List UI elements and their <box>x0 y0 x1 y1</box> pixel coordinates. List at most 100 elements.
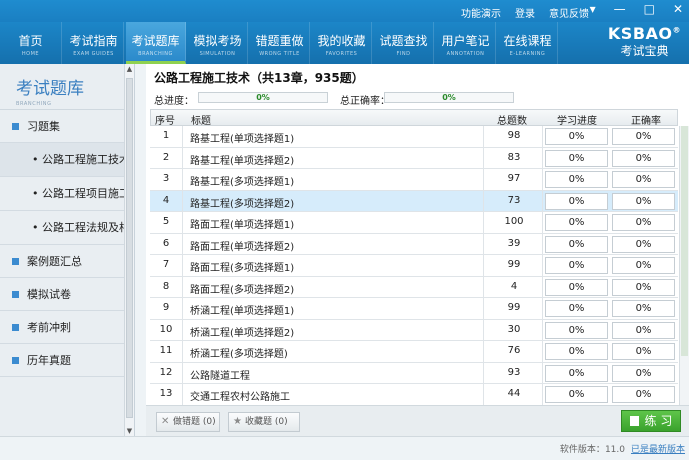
favorites-label: 收藏题 (0) <box>245 417 288 427</box>
table-scrollbar[interactable] <box>679 126 689 405</box>
scroll-thumb[interactable] <box>126 78 133 418</box>
column-divider <box>483 190 484 212</box>
row-index: 12 <box>159 366 173 378</box>
column-divider <box>182 255 183 277</box>
nav-favorites[interactable]: 我的收藏 FAVORITES <box>312 22 372 64</box>
practice-icon <box>629 415 639 426</box>
status-bar: 软件版本：11.0 已是最新版本 <box>0 436 689 460</box>
favorites-button[interactable]: ★ 收藏题 (0) <box>228 412 300 432</box>
nav-sublabel: SIMULATION <box>199 51 236 57</box>
row-count: 30 <box>507 323 521 335</box>
column-divider <box>182 319 183 341</box>
nav-question-bank[interactable]: 考试题库 BRANCHING <box>126 22 186 64</box>
table-row[interactable]: 5 路面工程(单项选择题1) 100 0% 0% <box>150 212 678 234</box>
column-divider <box>483 362 484 384</box>
row-index: 9 <box>162 302 170 313</box>
wrong-questions-button[interactable]: ✕ 做错题 (0) <box>156 412 220 432</box>
scroll-down-icon[interactable]: ▼ <box>125 427 134 435</box>
expand-icon <box>12 323 19 331</box>
table-row[interactable]: 12 公路隧道工程 93 0% 0% <box>150 362 678 384</box>
row-accuracy: 0% <box>612 192 675 210</box>
row-study-progress: 0% <box>545 149 608 167</box>
column-divider <box>182 147 183 169</box>
row-study-progress: 0% <box>545 257 608 274</box>
sidebar-group-sprint[interactable]: 考前冲刺 <box>0 311 134 344</box>
row-title[interactable]: 桥涵工程(单项选择题2) <box>190 324 294 339</box>
table-row[interactable]: 1 路基工程(单项选择题1) 98 0% 0% <box>150 126 678 148</box>
login-link[interactable]: 登录 <box>515 5 535 20</box>
nav-sublabel: WRONG TITLE <box>259 51 300 57</box>
column-divider <box>483 319 484 341</box>
version-number: 11.0 <box>604 445 625 455</box>
row-title[interactable]: 桥涵工程(单项选择题1) <box>190 302 294 317</box>
latest-version-link[interactable]: 已是最新版本 <box>631 445 685 455</box>
maximize-icon[interactable]: □ <box>644 2 655 16</box>
sidebar-group-exercises[interactable]: 习题集 <box>0 110 134 143</box>
scroll-up-icon[interactable]: ▲ <box>125 65 134 73</box>
logo-cn: 考试宝典 <box>620 44 669 58</box>
sidebar-group-cases[interactable]: 案例题汇总 <box>0 245 134 278</box>
row-title[interactable]: 路基工程(单项选择题1) <box>190 130 294 145</box>
row-title[interactable]: 路基工程(多项选择题2) <box>190 195 294 210</box>
feedback-link[interactable]: 意见反馈 <box>549 5 589 20</box>
nav-elearning[interactable]: 在线课程 E-LEARNING <box>498 22 558 64</box>
sidebar-group-label: 案例题汇总 <box>27 255 82 268</box>
row-title[interactable]: 交通工程农村公路施工 <box>190 388 290 403</box>
row-accuracy: 0% <box>612 128 675 145</box>
nav-mock-exam[interactable]: 模拟考场 SIMULATION <box>188 22 248 64</box>
row-title[interactable]: 路面工程(单项选择题2) <box>190 238 294 253</box>
row-title[interactable]: 公路隧道工程 <box>190 367 250 382</box>
column-divider <box>542 384 543 406</box>
row-title[interactable]: 路基工程(单项选择题2) <box>190 152 294 167</box>
table-row[interactable]: 9 桥涵工程(单项选择题1) 99 0% 0% <box>150 298 678 320</box>
nav-exam-guide[interactable]: 考试指南 EXAM GUIDES <box>64 22 124 64</box>
nav-label: 模拟考场 <box>193 34 242 48</box>
logo-reg: ® <box>672 25 681 35</box>
table-row[interactable]: 2 路基工程(单项选择题2) 83 0% 0% <box>150 147 678 169</box>
minimize-icon[interactable]: — <box>614 2 626 16</box>
table-row[interactable]: 6 路面工程(单项选择题2) 39 0% 0% <box>150 233 678 255</box>
main-nav: 首页 HOME 考试指南 EXAM GUIDES 考试题库 BRANCHING 模拟考… <box>0 22 689 64</box>
sidebar-item-construction-tech[interactable]: • 公路工程施工技术 <box>0 143 134 177</box>
sidebar-item-label: 公路工程项目施工管 <box>42 187 134 200</box>
column-divider <box>182 169 183 191</box>
row-title[interactable]: 路面工程(单项选择题1) <box>190 216 294 231</box>
menu-arrow-icon[interactable]: ▾ <box>590 2 596 16</box>
sidebar-scrollbar[interactable]: ▲ ▼ <box>124 64 134 436</box>
expand-icon <box>12 356 19 364</box>
sidebar-group-mock-papers[interactable]: 模拟试卷 <box>0 278 134 311</box>
sidebar-group-past-exams[interactable]: 历年真题 <box>0 344 134 377</box>
practice-button[interactable]: 练 习 <box>621 410 681 432</box>
nav-wrong-redo[interactable]: 错题重做 WRONG TITLE <box>250 22 310 64</box>
scroll-thumb[interactable] <box>681 126 688 356</box>
row-count: 73 <box>507 194 521 206</box>
row-accuracy: 0% <box>612 149 675 167</box>
demo-link[interactable]: 功能演示 <box>461 5 501 20</box>
row-title[interactable]: 路基工程(多项选择题1) <box>190 173 294 188</box>
column-divider <box>542 341 543 363</box>
table-row[interactable]: 13 交通工程农村公路施工 44 0% 0% <box>150 384 678 406</box>
close-icon[interactable]: ✕ <box>673 2 683 16</box>
table-row[interactable]: 7 路面工程(多项选择题1) 99 0% 0% <box>150 255 678 277</box>
nav-label: 考试题库 <box>131 34 180 48</box>
row-title[interactable]: 桥涵工程(多项选择题) <box>190 345 288 360</box>
row-title[interactable]: 路面工程(多项选择题2) <box>190 281 294 296</box>
row-study-progress: 0% <box>545 192 608 210</box>
nav-label: 错题重做 <box>255 34 304 48</box>
nav-notes[interactable]: 用户笔记 ANNOTATION <box>436 22 496 64</box>
total-progress-label: 总进度： <box>154 96 194 107</box>
table-row[interactable]: 11 桥涵工程(多项选择题) 76 0% 0% <box>150 341 678 363</box>
nav-label: 试题查找 <box>379 34 428 48</box>
nav-sublabel: BRANCHING <box>138 51 173 57</box>
sidebar-item-regulations[interactable]: • 公路工程法规及相关 <box>0 211 134 245</box>
column-divider <box>542 126 543 148</box>
table-row[interactable]: 8 路面工程(多项选择题2) 4 0% 0% <box>150 276 678 298</box>
table-row[interactable]: 10 桥涵工程(单项选择题2) 30 0% 0% <box>150 319 678 341</box>
row-index: 10 <box>159 323 173 335</box>
table-row[interactable]: 4 路基工程(多项选择题2) 73 0% 0% <box>150 190 678 212</box>
nav-find[interactable]: 试题查找 FIND <box>374 22 434 64</box>
sidebar-item-project-mgmt[interactable]: • 公路工程项目施工管 <box>0 177 134 211</box>
row-title[interactable]: 路面工程(多项选择题1) <box>190 259 294 274</box>
nav-home[interactable]: 首页 HOME <box>0 22 62 64</box>
table-row[interactable]: 3 路基工程(多项选择题1) 97 0% 0% <box>150 169 678 191</box>
